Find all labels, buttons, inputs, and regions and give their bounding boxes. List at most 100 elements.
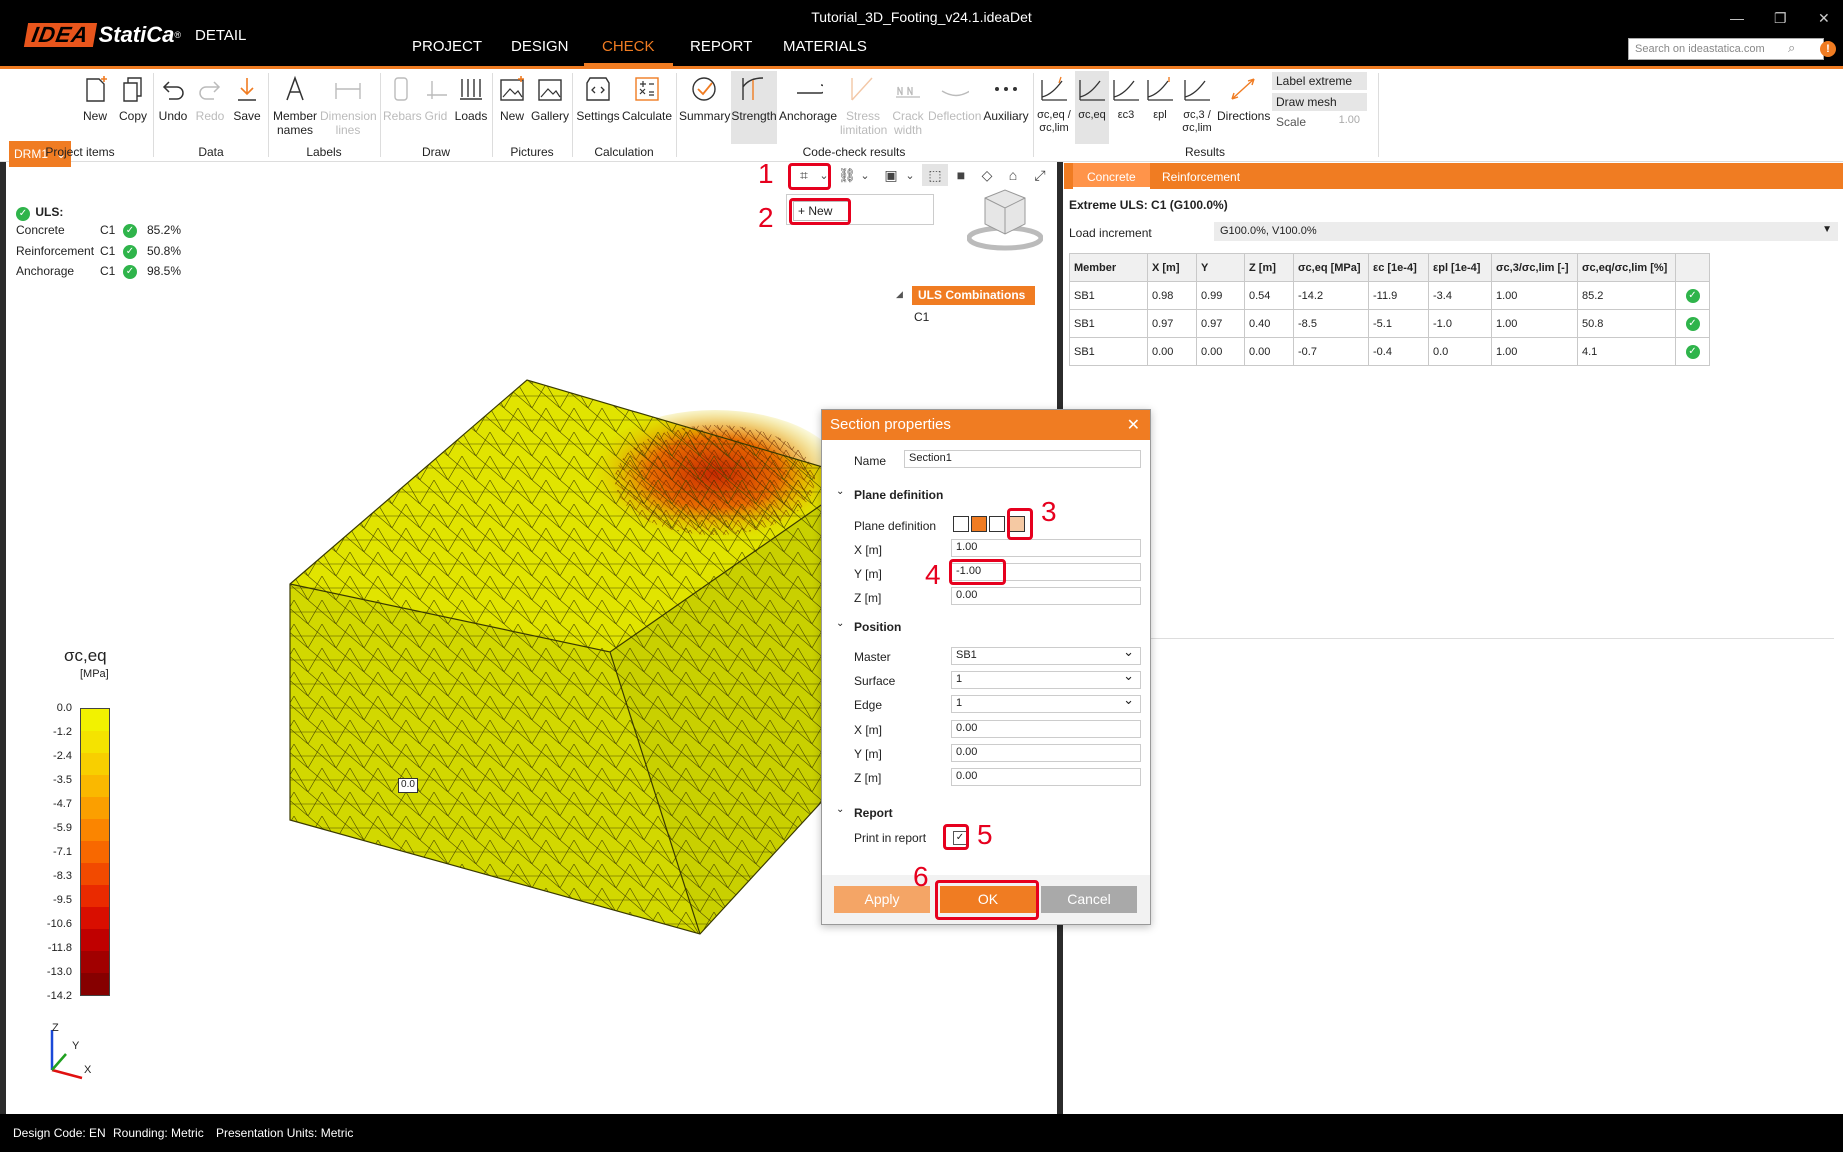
edge-select[interactable]: 1 — [951, 692, 1141, 713]
menu-project[interactable]: PROJECT — [412, 38, 482, 66]
collapse-triangle-icon[interactable]: ◢ — [896, 289, 903, 300]
link-icon[interactable]: ⛓ — [836, 164, 858, 186]
table-row[interactable]: SB1 0.00 0.00 0.00 -0.7 -0.4 0.0 1.00 4.1 ✓ — [1069, 337, 1710, 366]
plane-yz-icon[interactable] — [971, 516, 987, 532]
cell: 0.0 — [1428, 337, 1492, 366]
fullscreen-icon[interactable]: ⤢ — [1028, 164, 1052, 186]
navigation-cube[interactable] — [967, 186, 1043, 252]
tree-uls-combinations[interactable]: ULS Combinations — [912, 286, 1035, 305]
auxiliary-button[interactable]: Auxiliary — [982, 71, 1030, 123]
divider — [1151, 638, 1834, 639]
result-plastic-button[interactable]: εpl — [1145, 71, 1175, 121]
stress-limitation-button[interactable]: Stress limitation — [840, 71, 887, 137]
legend-color-step — [81, 753, 109, 775]
home-view-icon[interactable]: ⌂ — [1002, 164, 1024, 186]
wireframe-view-icon[interactable]: ⬚ — [922, 164, 948, 186]
redo-button[interactable]: Redo — [193, 71, 227, 123]
z-input[interactable]: 0.00 — [951, 587, 1141, 605]
crack-width-icon — [893, 71, 923, 107]
position-z-input[interactable]: 0.00 — [951, 768, 1141, 786]
load-increment-select[interactable]: G100.0%, V100.0% ▼ — [1214, 222, 1838, 241]
position-y-input[interactable]: 0.00 — [951, 744, 1141, 762]
scale-input[interactable]: 1.00 — [1322, 114, 1374, 132]
save-button[interactable]: Save — [230, 71, 264, 123]
grid-button[interactable]: Grid — [422, 71, 450, 123]
deflection-button[interactable]: Deflection — [928, 71, 981, 123]
annotation-box — [943, 824, 969, 850]
name-input[interactable]: Section1 — [904, 450, 1141, 468]
check-icon: ✓ — [1685, 316, 1700, 331]
settings-button[interactable]: Settings — [575, 71, 621, 123]
x-input[interactable]: 1.00 — [951, 539, 1141, 557]
plastic-chart-icon — [1145, 71, 1175, 107]
result-ratio-button[interactable]: σc,eq / σc,lim — [1035, 71, 1073, 135]
solid-view-icon[interactable]: ■ — [950, 164, 972, 186]
anchorage-button[interactable]: Anchorage — [778, 71, 838, 123]
result-strain-button[interactable]: εc3 — [1111, 71, 1141, 121]
cancel-button[interactable]: Cancel — [1041, 886, 1137, 913]
label-extreme-toggle[interactable]: Label extreme — [1272, 72, 1367, 90]
cell: SB1 — [1069, 309, 1148, 338]
draw-mesh-toggle[interactable]: Draw mesh — [1272, 93, 1367, 111]
table-row[interactable]: SB1 0.98 0.99 0.54 -14.2 -11.9 -3.4 1.00 85.2 ✓ — [1069, 281, 1710, 310]
tab-reinforcement[interactable]: Reinforcement — [1148, 163, 1254, 189]
section-view-icon[interactable]: ◇ — [976, 164, 998, 186]
col-member: Member — [1069, 253, 1148, 282]
surface-select[interactable]: 1 — [951, 668, 1141, 689]
copy-button[interactable]: Copy — [116, 71, 150, 123]
annotation-number: 4 — [925, 559, 941, 590]
result-stress-button[interactable]: σc,eq — [1075, 71, 1109, 144]
position-z-label: Z [m] — [854, 771, 882, 785]
master-select[interactable]: SB1 — [951, 644, 1141, 665]
app-logo: IDEA StatiCa ® DETAIL — [23, 22, 246, 48]
plane-xz-icon[interactable] — [989, 516, 1005, 532]
auxiliary-label: Auxiliary — [983, 109, 1029, 123]
tab-concrete[interactable]: Concrete — [1073, 163, 1150, 189]
result-sigma3-button[interactable]: σc,3 / σc,lim — [1178, 71, 1216, 135]
footing-3d-model[interactable] — [280, 370, 860, 940]
legend-tick-label: -5.9 — [53, 822, 72, 834]
plane-xy-icon[interactable] — [953, 516, 969, 532]
loads-button[interactable]: Loads — [453, 71, 489, 123]
chevron-down-icon[interactable]: ⌄ — [858, 164, 872, 186]
export-image-icon[interactable]: ▣ — [879, 164, 903, 186]
deflection-icon — [939, 71, 969, 107]
menu-check[interactable]: CHECK — [584, 38, 673, 66]
position-x-input[interactable]: 0.00 — [951, 720, 1141, 738]
summary-check-icon — [689, 71, 719, 107]
search-icon[interactable]: ⌕ — [1788, 40, 1795, 56]
table-row[interactable]: SB1 0.97 0.97 0.40 -8.5 -5.1 -1.0 1.00 50.8 ✓ — [1069, 309, 1710, 338]
y-label: Y [m] — [854, 567, 882, 581]
menu-report[interactable]: REPORT — [690, 38, 752, 66]
new-picture-button[interactable]: New — [494, 71, 530, 123]
dimension-icon — [333, 71, 363, 107]
cell: 0.97 — [1147, 309, 1197, 338]
member-names-button[interactable]: Member names — [272, 71, 318, 137]
strength-button[interactable]: Strength — [731, 71, 777, 144]
calculate-button[interactable]: Calculate — [622, 71, 672, 123]
new-item-button[interactable]: New — [78, 71, 112, 123]
close-icon[interactable]: ✕ — [1127, 415, 1140, 435]
summary-button[interactable]: Summary — [679, 71, 730, 123]
info-icon[interactable]: ! — [1820, 41, 1836, 57]
directions-button[interactable]: Directions — [1217, 71, 1270, 123]
crack-width-button[interactable]: Crack width — [888, 71, 928, 137]
minimize-icon[interactable]: — — [1730, 10, 1744, 26]
rebars-button[interactable]: Rebars — [383, 71, 422, 123]
gallery-button[interactable]: Gallery — [530, 71, 570, 123]
chevron-down-icon[interactable]: ⌄ — [836, 804, 844, 815]
chevron-down-icon[interactable]: ⌄ — [903, 164, 917, 186]
tree-item-c1[interactable]: C1 — [914, 310, 929, 324]
undo-button[interactable]: Undo — [156, 71, 190, 123]
chevron-down-icon[interactable]: ⌄ — [836, 486, 844, 497]
close-window-icon[interactable]: ✕ — [1818, 10, 1830, 27]
menu-materials[interactable]: MATERIALS — [783, 38, 867, 66]
chevron-down-icon[interactable]: ⌄ — [836, 618, 844, 629]
plane-definition-label: Plane definition — [854, 519, 937, 533]
legend-tick-label: -9.5 — [53, 894, 72, 906]
dimension-lines-button[interactable]: Dimension lines — [320, 71, 377, 137]
check-icon: ✓ — [123, 224, 137, 238]
axis-y-label: Y — [72, 1040, 80, 1052]
menu-design[interactable]: DESIGN — [511, 38, 569, 66]
restore-icon[interactable]: ❐ — [1774, 10, 1787, 27]
